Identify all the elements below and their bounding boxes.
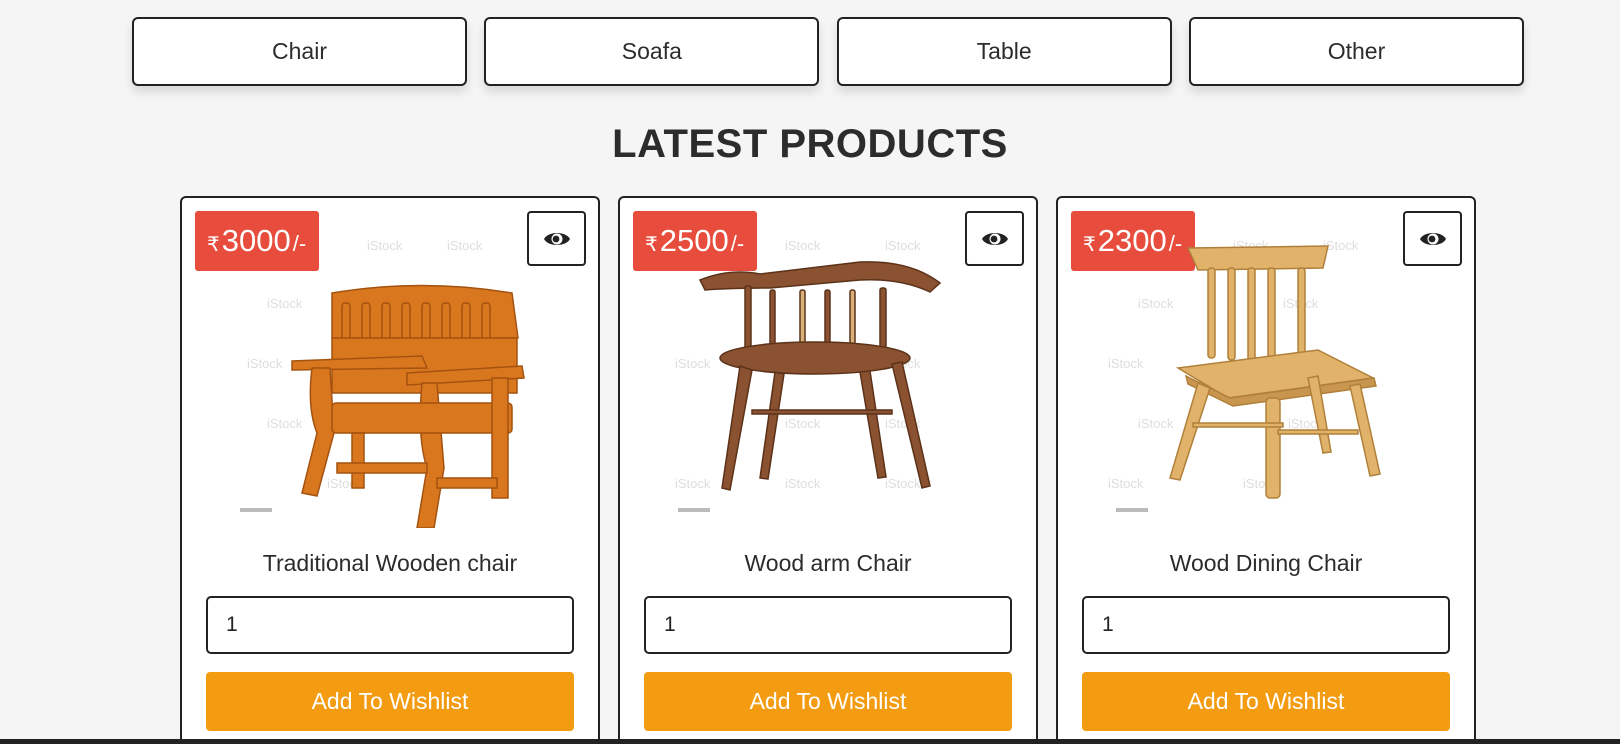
currency-symbol: ₹ — [1083, 233, 1096, 256]
add-to-wishlist-button[interactable]: Add To Wishlist — [644, 672, 1012, 731]
product-name: Wood arm Chair — [744, 550, 912, 576]
svg-text:iStock: iStock — [1108, 476, 1144, 491]
svg-text:iStock: iStock — [267, 296, 303, 311]
product-name: Traditional Wooden chair — [262, 550, 518, 576]
svg-text:iStock: iStock — [675, 356, 711, 371]
svg-text:iStock: iStock — [885, 238, 921, 253]
svg-text:iStock: iStock — [1108, 356, 1144, 371]
category-button-other[interactable]: Other — [1188, 17, 1524, 86]
quantity-input[interactable] — [1082, 596, 1450, 654]
svg-text:iStock: iStock — [267, 416, 303, 431]
product-image: iStockiStock iStockiStockiStockiStock iS… — [240, 238, 525, 528]
svg-text:iStock: iStock — [367, 238, 403, 253]
svg-text:iStock: iStock — [1138, 416, 1174, 431]
svg-text:iStock: iStock — [247, 356, 283, 371]
product-grid: ₹ 3000 /- iStock iStock iStock iStock iStoc… — [180, 196, 1476, 744]
add-to-wishlist-button[interactable]: Add To Wishlist — [206, 672, 574, 731]
category-bar: Chair Soafa Table Other — [132, 17, 1524, 86]
currency-symbol: ₹ — [645, 233, 658, 256]
svg-text:iStock: iStock — [785, 238, 821, 253]
add-to-wishlist-button[interactable]: Add To Wishlist — [1082, 672, 1450, 731]
product-image: iStock iStock iStock iStock iStock iStock iS… — [675, 238, 942, 512]
svg-text:iStock: iStock — [447, 238, 483, 253]
currency-symbol: ₹ — [207, 233, 220, 256]
svg-text:iStock: iStock — [885, 476, 921, 491]
bottom-edge-bar — [0, 739, 1620, 744]
category-button-soafa[interactable]: Soafa — [484, 17, 820, 86]
svg-text:iStock: iStock — [675, 476, 711, 491]
quantity-input[interactable] — [644, 596, 1012, 654]
category-button-table[interactable]: Table — [836, 17, 1172, 86]
product-card: ₹ 3000 /- iStock iStock iStock iStock iStoc… — [180, 196, 600, 744]
product-name: Wood Dining Chair — [1169, 550, 1363, 576]
product-card: ₹ 2500 /- iStock iStock iStock iStock iStoc… — [618, 196, 1038, 744]
svg-text:iStock: iStock — [785, 416, 821, 431]
section-heading: LATEST PRODUCTS — [612, 122, 1008, 166]
quantity-input[interactable] — [206, 596, 574, 654]
product-card: ₹ 2300 /- iStock iStock iStock iStock iSto… — [1056, 196, 1476, 744]
product-image: iStock iStock iStock iStock iStock iStock i… — [1108, 238, 1381, 512]
svg-text:iStock: iStock — [785, 476, 821, 491]
category-button-chair[interactable]: Chair — [132, 17, 467, 86]
svg-text:iStock: iStock — [1138, 296, 1174, 311]
